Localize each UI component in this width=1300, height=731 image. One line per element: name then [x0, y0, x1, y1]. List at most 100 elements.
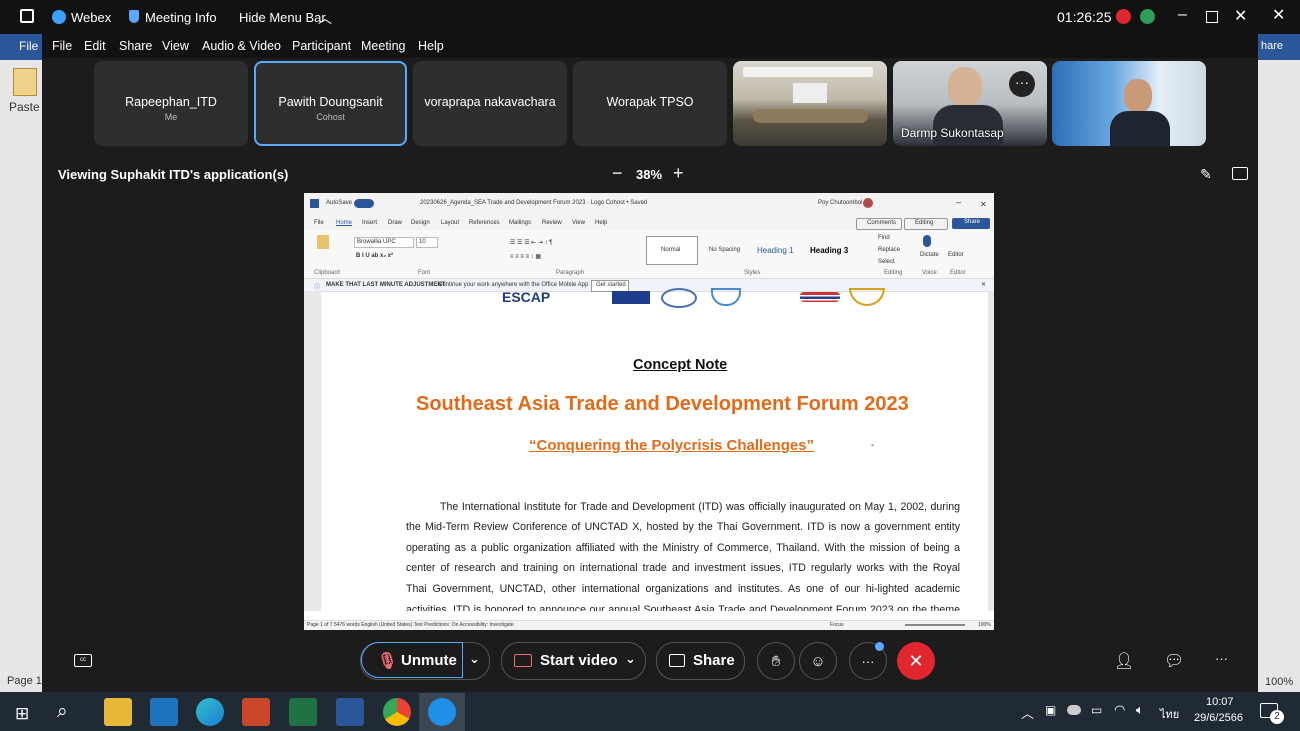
menu-participant[interactable]: Participant — [292, 39, 351, 53]
align-controls[interactable]: ≡ ≡ ≡ ≡ ↕ ▦ — [510, 253, 541, 260]
word-icon[interactable] — [336, 698, 364, 726]
participant-tile[interactable]: Pawith Doungsanit Cohost — [254, 61, 407, 146]
captions-icon[interactable]: cc — [74, 654, 92, 667]
menu-audio-video[interactable]: Audio & Video — [202, 39, 281, 53]
microphone-icon[interactable] — [923, 235, 931, 247]
network-health-icon[interactable] — [1140, 9, 1155, 24]
menu-file[interactable]: File — [52, 39, 72, 53]
powerpoint-icon[interactable] — [242, 698, 270, 726]
participant-tile[interactable]: Worapak TPSO — [573, 61, 727, 146]
meet-now-icon[interactable]: ▣ — [1045, 703, 1056, 717]
menu-view[interactable]: View — [162, 39, 189, 53]
focus-button[interactable]: Focus — [830, 622, 844, 628]
font-name-box[interactable]: Browallia UPC — [354, 237, 414, 248]
word-share-button[interactable]: Share — [952, 218, 990, 229]
edge-icon[interactable] — [196, 698, 224, 726]
video-tile[interactable]: ··· Darmp Sukontasap — [893, 61, 1047, 146]
comments-button[interactable]: Comments — [856, 218, 902, 230]
more-options-icon[interactable]: ··· — [1009, 71, 1035, 97]
word-minimize-icon[interactable]: – — [956, 197, 961, 207]
video-tile-meeting-room[interactable] — [733, 61, 887, 146]
reactions-button[interactable]: ☺ — [799, 642, 837, 680]
style-normal[interactable]: Normal — [646, 236, 698, 265]
menu-help[interactable]: Help — [418, 39, 444, 53]
select-button[interactable]: Select — [878, 259, 895, 265]
participant-tile[interactable]: Rapeephan_ITD Me — [94, 61, 248, 146]
word-tab-layout[interactable]: Layout — [441, 220, 459, 226]
style-heading-3[interactable]: Heading 3 — [810, 246, 848, 255]
raise-hand-button[interactable]: ✋︎ — [757, 642, 795, 680]
dictate-button[interactable]: Dictate — [920, 252, 939, 258]
word-zoom-slider[interactable] — [905, 624, 965, 626]
save-icon[interactable] — [20, 9, 34, 23]
background-file-tab[interactable]: File — [19, 39, 38, 53]
paragraph-controls[interactable]: ☰ ☰ ☰ ⇤ ⇥ ↕ ¶ — [510, 239, 552, 246]
menu-meeting[interactable]: Meeting — [361, 39, 405, 53]
wifi-icon[interactable]: ◠ — [1114, 702, 1125, 718]
chat-icon[interactable]: 💬︎ — [1164, 651, 1184, 671]
style-no-spacing[interactable]: No Spacing — [709, 247, 740, 253]
webex-taskbar-icon[interactable] — [428, 698, 456, 726]
paste-icon[interactable] — [13, 68, 37, 96]
word-tab-mailings[interactable]: Mailings — [509, 220, 531, 226]
word-tab-references[interactable]: References — [469, 220, 500, 226]
windows-start-icon[interactable]: ⊞ — [15, 704, 29, 724]
notice-close-icon[interactable]: ✕ — [981, 281, 986, 288]
menu-edit[interactable]: Edit — [84, 39, 106, 53]
close-icon[interactable]: ✕ — [1234, 6, 1247, 26]
recording-icon[interactable] — [1116, 9, 1131, 24]
ribbon-paste-icon[interactable] — [317, 235, 329, 249]
word-tab-design[interactable]: Design — [411, 220, 430, 226]
display-icon[interactable]: ▭ — [1091, 703, 1102, 717]
annotate-icon[interactable]: ✎ — [1200, 166, 1212, 183]
word-tab-insert[interactable]: Insert — [362, 220, 377, 226]
word-tab-draw[interactable]: Draw — [388, 220, 402, 226]
video-tile[interactable] — [1052, 61, 1206, 146]
editor-button[interactable]: Editor — [948, 252, 964, 258]
participant-tile[interactable]: voraprapa nakavachara — [413, 61, 567, 146]
start-video-button[interactable]: Start video ⌄ — [501, 642, 646, 680]
minimize-icon[interactable]: – — [1178, 6, 1187, 24]
style-heading-1[interactable]: Heading 1 — [757, 246, 793, 255]
word-tab-help[interactable]: Help — [595, 220, 607, 226]
excel-icon[interactable] — [289, 698, 317, 726]
menu-share[interactable]: Share — [119, 39, 152, 53]
word-tab-view[interactable]: View — [572, 220, 585, 226]
background-close-icon[interactable]: ✕ — [1272, 5, 1285, 25]
avatar[interactable] — [863, 198, 873, 208]
editing-button[interactable]: Editing — [904, 218, 948, 230]
find-button[interactable]: Find — [878, 235, 890, 241]
more-options-icon[interactable]: ··· — [1215, 651, 1228, 666]
word-tab-review[interactable]: Review — [542, 220, 562, 226]
chevron-down-icon[interactable]: ⌄ — [625, 651, 636, 667]
background-paste-label[interactable]: Paste — [9, 100, 40, 114]
chevron-up-icon[interactable]: ︿ — [1021, 703, 1034, 722]
volume-icon[interactable]: 🔈︎ — [1136, 702, 1144, 718]
chevron-down-icon[interactable]: ⌄ — [469, 651, 480, 667]
maximize-icon[interactable] — [1206, 11, 1218, 23]
word-tab-file[interactable]: File — [314, 220, 324, 226]
word-tab-home[interactable]: Home — [336, 220, 352, 226]
zoom-in-button[interactable]: + — [673, 163, 684, 184]
participants-icon[interactable]: 👤︎ — [1114, 651, 1134, 671]
clock-date[interactable]: 29/6/2566 — [1194, 712, 1243, 724]
share-button[interactable]: Share — [656, 642, 745, 680]
background-share-label[interactable]: hare — [1261, 40, 1283, 52]
file-explorer-icon[interactable] — [104, 698, 132, 726]
end-meeting-button[interactable]: ✕ — [897, 642, 935, 680]
clock-time[interactable]: 10:07 — [1206, 696, 1234, 708]
font-size-box[interactable]: 10 — [416, 237, 438, 248]
bold-button[interactable]: B I U ab x₂ x² — [356, 253, 393, 259]
autosave-toggle[interactable] — [354, 199, 374, 208]
meeting-info-button[interactable]: Meeting Info — [145, 10, 217, 25]
language-indicator[interactable]: ไทย — [1160, 705, 1179, 723]
view-options-icon[interactable] — [1232, 167, 1248, 180]
replace-button[interactable]: Replace — [878, 247, 900, 253]
hide-menu-bar-button[interactable]: Hide Menu Bar — [239, 10, 326, 25]
doc-scrollbar[interactable] — [988, 291, 994, 611]
word-close-icon[interactable]: ✕ — [980, 200, 987, 209]
chrome-icon[interactable] — [383, 698, 411, 726]
zoom-out-button[interactable]: − — [612, 163, 623, 184]
chevron-up-icon[interactable]: ︿ — [318, 8, 332, 28]
search-icon[interactable]: ⌕ — [57, 701, 68, 723]
